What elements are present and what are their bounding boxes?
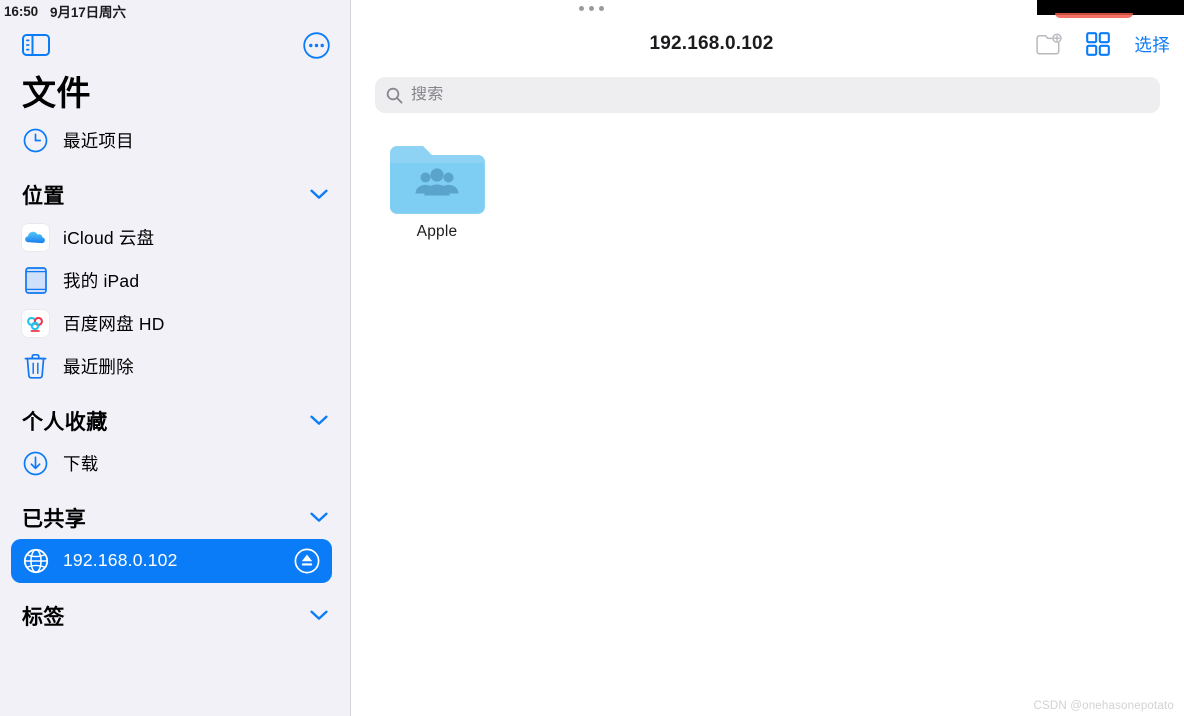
sidebar-item-server-192-168-0-102[interactable]: 192.168.0.102	[11, 538, 332, 583]
files-app-window: 16:50 9月17日周六 文件 最近项目 位置 iCloud 云盘 我的 iP…	[0, 0, 1184, 716]
sidebar-section-tags-header[interactable]: 标签	[0, 583, 350, 637]
chevron-down-icon[interactable]	[310, 415, 328, 426]
multitask-handle-icon[interactable]	[579, 6, 604, 11]
status-bar: 16:50 9月17日周六	[0, 0, 350, 22]
chevron-down-icon[interactable]	[310, 189, 328, 200]
sidebar-item-label: 下载	[63, 453, 99, 474]
header-actions: 选择	[1036, 32, 1170, 57]
search-input[interactable]	[411, 86, 1149, 104]
sidebar-top-row	[0, 22, 350, 68]
sidebar-section-locations-header[interactable]: 位置	[0, 162, 350, 216]
globe-icon	[22, 547, 49, 574]
main-header: 192.168.0.102 选择	[351, 17, 1184, 71]
new-folder-icon[interactable]	[1036, 32, 1063, 56]
sidebar-item-recently-deleted[interactable]: 最近删除	[0, 345, 341, 388]
sidebar-section-title: 个人收藏	[22, 410, 108, 434]
download-circle-icon	[22, 450, 49, 477]
sidebar-section-title: 已共享	[22, 507, 87, 531]
more-circle-icon[interactable]	[303, 31, 330, 59]
shared-folder-icon	[388, 141, 486, 217]
sidebar-item-icloud-drive[interactable]: iCloud 云盘	[0, 216, 341, 259]
clock-icon	[22, 127, 49, 154]
sidebar-item-my-ipad[interactable]: 我的 iPad	[0, 259, 341, 302]
chevron-down-icon[interactable]	[310, 512, 328, 523]
baidu-netdisk-icon	[22, 309, 49, 337]
screen-notch	[1037, 0, 1184, 18]
page-title: 文件	[22, 75, 91, 113]
status-bar-date: 9月17日周六	[50, 5, 126, 20]
grid-view-icon[interactable]	[1086, 32, 1111, 56]
sidebar-section-shared-header[interactable]: 已共享	[0, 485, 350, 539]
sidebar: 16:50 9月17日周六 文件 最近项目 位置 iCloud 云盘 我的 iP…	[0, 0, 351, 716]
icloud-icon	[22, 223, 49, 251]
search-icon	[386, 87, 403, 104]
sidebar-item-label: 最近项目	[63, 130, 134, 151]
sidebar-section-title: 标签	[22, 605, 65, 629]
multitask-bar	[351, 0, 1184, 18]
ipad-icon	[22, 266, 49, 294]
files-grid: Apple	[351, 113, 1184, 716]
chevron-down-icon[interactable]	[310, 610, 328, 621]
status-bar-time: 16:50	[4, 3, 39, 19]
file-item-apple[interactable]: Apple	[375, 141, 499, 241]
sidebar-toggle-icon[interactable]	[22, 34, 50, 56]
sidebar-item-recents[interactable]: 最近项目	[0, 119, 341, 162]
sidebar-section-title: 位置	[22, 184, 65, 208]
sidebar-item-label: 百度网盘 HD	[63, 313, 165, 334]
sidebar-item-content: 192.168.0.102	[22, 547, 178, 574]
sidebar-item-label: 我的 iPad	[63, 270, 140, 291]
sidebar-item-label: iCloud 云盘	[63, 227, 155, 248]
select-button[interactable]: 选择	[1134, 32, 1170, 57]
search-bar[interactable]	[375, 77, 1160, 113]
watermark: CSDN @onehasonepotato	[1033, 700, 1174, 712]
trash-icon	[22, 353, 49, 380]
eject-icon[interactable]	[294, 548, 320, 574]
main-content: 192.168.0.102 选择 搜索 Apple CSDN @onehason…	[351, 0, 1184, 716]
sidebar-item-downloads[interactable]: 下载	[0, 442, 341, 485]
sidebar-item-baidu-netdisk[interactable]: 百度网盘 HD	[0, 302, 341, 345]
sidebar-item-label: 最近删除	[63, 356, 134, 377]
file-item-label: Apple	[416, 223, 458, 240]
search-container	[351, 71, 1184, 113]
sidebar-item-label: 192.168.0.102	[63, 550, 178, 571]
sidebar-section-favorites-header[interactable]: 个人收藏	[0, 388, 350, 442]
